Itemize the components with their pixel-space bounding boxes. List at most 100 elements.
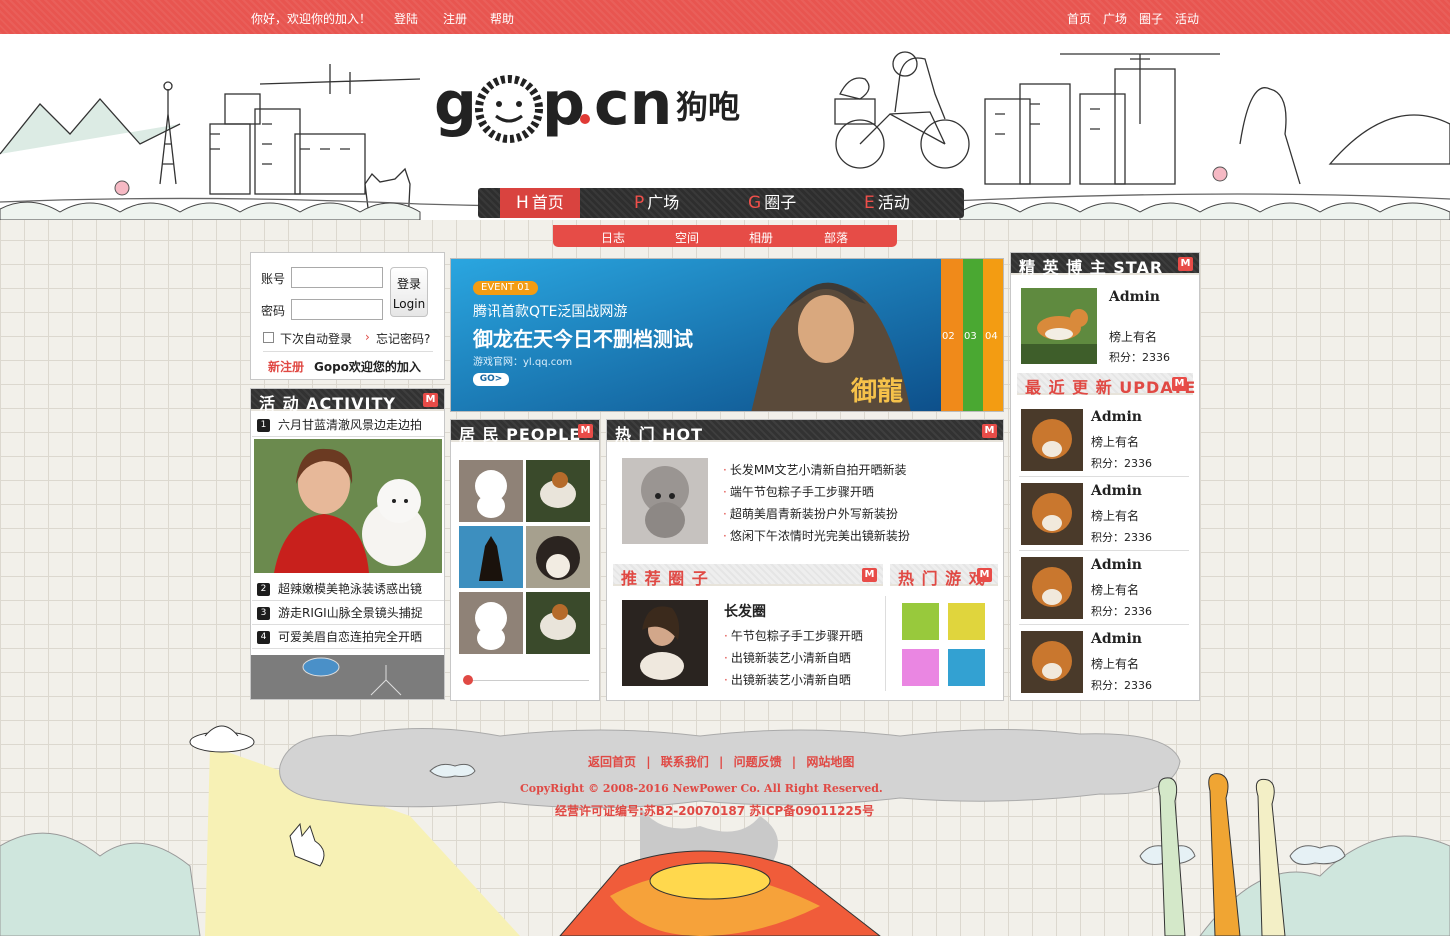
circle-item[interactable]: 午节包粽子手工步骤开晒 bbox=[724, 627, 863, 644]
update-item[interactable]: Admin 榜上有名 积分：2336 bbox=[1019, 553, 1189, 625]
activity-title-bar: 活 动 ACTIVITY M bbox=[251, 389, 444, 413]
top-link-home[interactable]: 首页 bbox=[1067, 10, 1091, 27]
account-input[interactable] bbox=[291, 267, 383, 288]
update-item[interactable]: Admin 榜上有名 积分：2336 bbox=[1019, 405, 1189, 477]
update-rank: 榜上有名 bbox=[1091, 509, 1140, 523]
event-banner[interactable]: EVENT 01 腾讯首款QTE泛国战网游 御龙在天今日不删档测试 游戏官网：y… bbox=[450, 258, 1004, 412]
hot-item[interactable]: 超萌美眉青新装扮户外写新装扮 bbox=[723, 505, 898, 522]
top-link-circle[interactable]: 圈子 bbox=[1139, 10, 1163, 27]
footer-link-contact[interactable]: 联系我们 bbox=[661, 755, 709, 769]
password-input[interactable] bbox=[291, 299, 383, 320]
white-poodle-image bbox=[459, 460, 523, 522]
grey-poodle-image bbox=[622, 458, 708, 544]
hot-item[interactable]: 端午节包粽子手工步骤开晒 bbox=[723, 483, 874, 500]
hot-title: 热 门 HOT bbox=[615, 425, 704, 444]
subnav-space[interactable]: 空间 bbox=[675, 229, 699, 246]
game-tile-green[interactable] bbox=[902, 603, 939, 640]
login-button[interactable]: 登录 Login bbox=[390, 267, 428, 317]
activity-photo[interactable] bbox=[254, 439, 442, 573]
people-slider-track[interactable] bbox=[463, 680, 589, 681]
people-title-bar: 居 民 PEOPLE M bbox=[451, 420, 599, 444]
more-icon[interactable]: M bbox=[982, 424, 997, 438]
star-avatar[interactable] bbox=[1021, 288, 1097, 364]
people-photo[interactable] bbox=[526, 460, 590, 522]
more-icon[interactable]: M bbox=[862, 568, 877, 582]
people-photo[interactable] bbox=[526, 592, 590, 654]
game-tile-blue[interactable] bbox=[948, 649, 985, 686]
divider bbox=[263, 351, 433, 352]
corgi-face-image bbox=[1021, 557, 1083, 619]
new-register-link[interactable]: 新注册 bbox=[268, 358, 304, 375]
corgi-face-image bbox=[1021, 409, 1083, 471]
auto-login-label: 下次自动登录 bbox=[280, 332, 353, 346]
update-rank: 榜上有名 bbox=[1091, 435, 1140, 449]
star-name[interactable]: Admin bbox=[1109, 289, 1160, 305]
nav-circle[interactable]: G 圈子 bbox=[748, 188, 796, 218]
people-photo[interactable] bbox=[459, 592, 523, 654]
footer-sep: | bbox=[646, 755, 651, 769]
circle-header: 推 荐 圈 子 M bbox=[613, 564, 883, 588]
forgot-arrow-icon: › bbox=[365, 330, 370, 344]
activity-ad-image[interactable] bbox=[251, 655, 444, 699]
footer-link-feedback[interactable]: 问题反馈 bbox=[734, 755, 782, 769]
activity-item[interactable]: 2 超辣嫩模美艳泳装诱惑出镜 bbox=[252, 577, 444, 601]
banner-line2: 御龙在天今日不删档测试 bbox=[473, 327, 693, 351]
circle-item[interactable]: 出镜新装艺小清新自晒 bbox=[724, 671, 851, 688]
circle-title-bar: 推 荐 圈 子 M bbox=[613, 564, 883, 588]
activity-item-text: 六月甘蓝清澈风景边走边拍 bbox=[278, 418, 423, 432]
top-link-activity[interactable]: 活动 bbox=[1175, 10, 1199, 27]
hot-photo[interactable] bbox=[622, 458, 708, 544]
subnav-album[interactable]: 相册 bbox=[749, 229, 773, 246]
svg-text:p: p bbox=[542, 69, 585, 139]
banner-tab-02[interactable]: 02 bbox=[942, 331, 955, 342]
banner-tab-03[interactable]: 03 bbox=[964, 331, 977, 342]
more-icon[interactable]: M bbox=[578, 424, 593, 438]
footer-link-sitemap[interactable]: 网站地图 bbox=[806, 755, 854, 769]
register-link[interactable]: 注册 bbox=[443, 10, 467, 27]
more-icon[interactable]: M bbox=[423, 393, 438, 407]
top-link-plaza[interactable]: 广场 bbox=[1103, 10, 1127, 27]
people-slider-handle[interactable] bbox=[463, 675, 473, 685]
activity-item[interactable]: 1 六月甘蓝清澈风景边走边拍 bbox=[252, 413, 444, 437]
auto-login-checkbox[interactable] bbox=[263, 332, 274, 343]
nav-activity[interactable]: E 活动 bbox=[864, 188, 910, 218]
husky-image bbox=[526, 526, 590, 588]
go-button[interactable]: GO> bbox=[473, 373, 509, 386]
people-photo[interactable] bbox=[526, 526, 590, 588]
forgot-password-link[interactable]: 忘记密码? bbox=[376, 330, 430, 347]
circle-photo[interactable] bbox=[622, 600, 708, 686]
woman-with-dog-dark-image bbox=[622, 600, 708, 686]
login-link[interactable]: 登陆 bbox=[394, 10, 418, 27]
subnav-blog[interactable]: 日志 bbox=[601, 229, 625, 246]
more-icon[interactable]: M bbox=[1178, 257, 1193, 271]
footer-link-home[interactable]: 返回首页 bbox=[588, 755, 636, 769]
hot-panel: 热 门 HOT M 长发MM文艺小清新自拍开晒新装 端午节包粽子手工步骤开晒 超… bbox=[606, 419, 1004, 701]
game-tile-pink[interactable] bbox=[902, 649, 939, 686]
banner-tab-04[interactable]: 04 bbox=[985, 331, 998, 342]
update-avatar bbox=[1021, 409, 1083, 471]
game-tile-yellow[interactable] bbox=[948, 603, 985, 640]
activity-item[interactable]: 3 游走RIGI山脉全景镜头捕捉 bbox=[252, 601, 444, 625]
login-button-en: Login bbox=[392, 297, 426, 311]
update-item[interactable]: Admin 榜上有名 积分：2336 bbox=[1019, 627, 1189, 699]
footer-sep: | bbox=[718, 755, 724, 769]
welcome-text: Gopo欢迎您的加入 bbox=[314, 360, 421, 374]
people-photo[interactable] bbox=[459, 460, 523, 522]
license-text: 经营许可证编号:苏B2-20070187 苏ICP备09011225号 bbox=[555, 804, 875, 818]
activity-item[interactable]: 4 可爱美眉自恋连拍完全开晒 bbox=[252, 625, 444, 649]
hot-item[interactable]: 长发MM文艺小清新自拍开晒新装 bbox=[723, 461, 907, 478]
update-name: Admin bbox=[1091, 631, 1142, 647]
hot-item[interactable]: 悠闲下午浓情时光完美出镜新装扮 bbox=[723, 527, 910, 544]
help-link[interactable]: 帮助 bbox=[490, 10, 514, 27]
main-navigation: H 首页 P 广场 G 圈子 E 活动 bbox=[478, 188, 964, 218]
more-icon[interactable]: M bbox=[1172, 377, 1187, 391]
activity-item-text: 超辣嫩模美艳泳装诱惑出镜 bbox=[278, 582, 423, 596]
more-icon[interactable]: M bbox=[977, 568, 992, 582]
nav-plaza[interactable]: P 广场 bbox=[634, 188, 679, 218]
nav-home[interactable]: H 首页 bbox=[500, 188, 580, 218]
circle-item[interactable]: 出镜新装艺小清新自晒 bbox=[724, 649, 851, 666]
people-photo[interactable] bbox=[459, 526, 523, 588]
circle-name[interactable]: 长发圈 bbox=[724, 601, 766, 621]
update-item[interactable]: Admin 榜上有名 积分：2336 bbox=[1019, 479, 1189, 551]
subnav-tribe[interactable]: 部落 bbox=[824, 229, 848, 246]
